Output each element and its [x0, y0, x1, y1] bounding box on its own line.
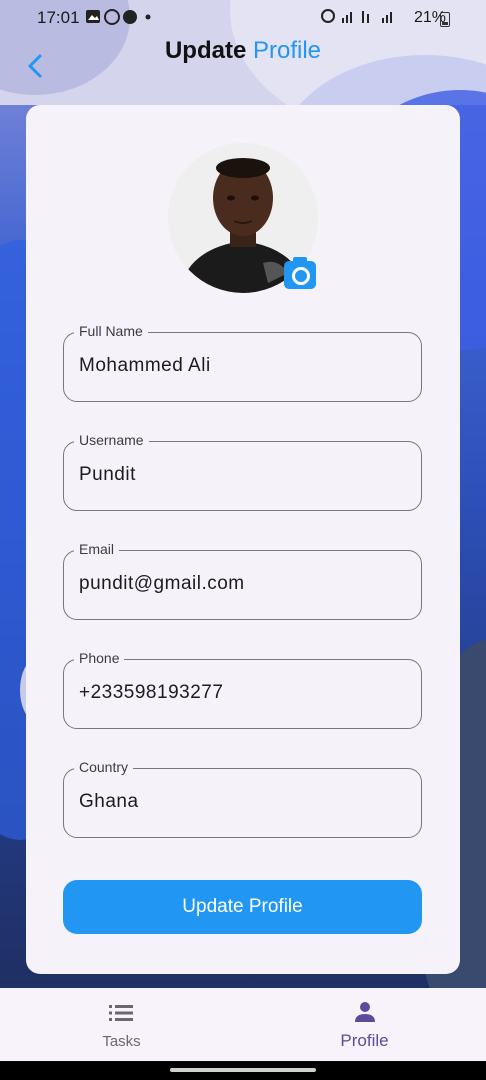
page-title: Update Profile — [0, 37, 486, 65]
status-time: 17:01 — [37, 8, 80, 27]
full-name-field[interactable]: Full Name Mohammed Ali — [63, 323, 422, 402]
nav-label-profile: Profile — [340, 1031, 389, 1050]
status-right: 21% — [320, 8, 446, 27]
email-field[interactable]: Email pundit@gmail.com — [63, 541, 422, 620]
full-name-value[interactable]: Mohammed Ali — [79, 355, 211, 377]
phone-label: Phone — [74, 650, 125, 666]
status-signal-icons — [320, 9, 392, 23]
nav-item-profile[interactable]: Profile — [243, 988, 486, 1061]
camera-icon — [292, 267, 310, 285]
country-field[interactable]: Country Ghana — [63, 759, 422, 838]
notification-app-icons — [86, 9, 151, 25]
page-title-part2: Profile — [252, 37, 322, 64]
username-value[interactable]: Pundit — [79, 464, 136, 486]
bottom-nav: Tasks Profile — [0, 988, 486, 1061]
phone-value[interactable]: +233598193277 — [79, 682, 223, 704]
home-indicator[interactable] — [170, 1068, 316, 1072]
phone-field[interactable]: Phone +233598193277 — [63, 650, 422, 729]
battery-icon — [440, 12, 450, 27]
nav-label-tasks: Tasks — [102, 1033, 141, 1050]
update-profile-button[interactable]: Update Profile — [63, 880, 422, 934]
change-photo-button[interactable] — [284, 257, 316, 289]
status-bar: 17:01 21% — [0, 0, 486, 34]
person-icon — [355, 1002, 375, 1022]
page-title-part1: Update — [164, 37, 247, 64]
profile-card: Full Name Mohammed Ali Username Pundit E… — [26, 105, 460, 974]
username-field[interactable]: Username Pundit — [63, 432, 422, 511]
nav-item-tasks[interactable]: Tasks — [0, 988, 243, 1061]
notification-icons — [86, 9, 176, 28]
system-nav-bar — [0, 1061, 486, 1080]
country-label: Country — [74, 759, 134, 775]
email-label: Email — [74, 541, 120, 557]
list-icon — [109, 1005, 133, 1021]
full-name-label: Full Name — [74, 323, 148, 339]
country-value[interactable]: Ghana — [79, 791, 139, 813]
username-label: Username — [74, 432, 149, 448]
email-value[interactable]: pundit@gmail.com — [79, 573, 245, 595]
